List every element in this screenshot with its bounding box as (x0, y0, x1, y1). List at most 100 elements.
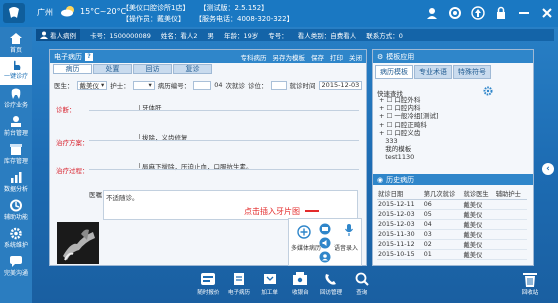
save-button[interactable]: 保存 (311, 52, 324, 62)
sidebar-item-analytics[interactable]: 数据分析 (0, 170, 32, 196)
tree-item[interactable]: + ☐ 口腔正畸科 (379, 121, 438, 129)
visit-time-field[interactable]: 2015-12-03 (318, 80, 363, 90)
tree-item[interactable]: 333 (379, 137, 438, 145)
save-as-template-button[interactable]: 另存为模板 (273, 52, 306, 62)
sidebar-item-treatment[interactable]: 诊疗业务 (0, 86, 32, 112)
dock-item-process[interactable]: 加工单 (256, 270, 283, 303)
divider (139, 134, 140, 139)
process-icon (263, 274, 276, 284)
template-panel: ⚙ 模板应用 病历模板 专业术语 特殊符号 快速查找 + ☐ 口腔外科 + ☐ … (372, 49, 534, 266)
doctor-select[interactable]: 戴美仪 ▾ (76, 80, 108, 90)
sidebar-item-quick-treatment[interactable]: 一键诊疗 (0, 57, 32, 85)
settings-icon[interactable] (483, 86, 493, 96)
patient-contact: 联系方式：0 (366, 32, 403, 40)
tab-terminology[interactable]: 专业术语 (414, 65, 452, 79)
card-number: 卡号：1500000089 (90, 32, 151, 40)
table-row[interactable]: 2015-10-15 01 戴美仪 (377, 249, 527, 260)
top-bar: 广州 15°C~20°C 【美仪口腔诊所1店】 【测试版：2.5.152】 【操作… (0, 0, 558, 27)
tab-record-template[interactable]: 病历模板 (375, 65, 413, 79)
table-row[interactable]: 2015-12-03 05 戴美仪 (377, 209, 527, 220)
video-button[interactable] (319, 251, 331, 263)
tab-special-symbols[interactable]: 特殊符号 (453, 65, 491, 79)
chevron-down-icon: ▾ (101, 81, 105, 89)
operator-label: 【操作员：戴美仪】 (122, 15, 185, 23)
divider (89, 140, 359, 141)
table-row[interactable]: 2015-11-12 02 戴美仪 (377, 239, 527, 250)
sidebar-item-inventory[interactable]: 库存管理 (0, 142, 32, 168)
tree-item[interactable]: test1130 (379, 153, 438, 161)
visit-label: 次就诊 (225, 82, 246, 90)
column-header: 第几次就诊 (422, 188, 463, 200)
sidebar: 首页 一键诊疗 诊疗业务 前台管理 库存管理 数据分析 辅助功能 系统维护 完美… (0, 27, 32, 303)
upload-icon[interactable] (471, 6, 485, 20)
home-icon (10, 33, 22, 44)
version-label: 【测试版：2.5.152】 (199, 4, 269, 12)
temperature-label: 15°C~20°C (80, 7, 127, 16)
column-header: 辅助护士 (494, 188, 527, 200)
window-controls (425, 6, 554, 20)
advice-field[interactable]: 不适随诊。 (103, 190, 358, 220)
position-select[interactable] (270, 80, 287, 90)
patient-tag[interactable]: 看人病例 (36, 29, 80, 41)
dock-item-query[interactable]: 查询 (348, 270, 375, 303)
tab-follow-up[interactable]: 回访 (133, 64, 172, 74)
record-form-row: 医生： 戴美仪 ▾ 护士： ▾ 病历编号： 04 次就诊 诊位： 就诊时间 201… (54, 79, 366, 91)
tree-item[interactable]: + ☐ 一般冷组[测试] (379, 112, 438, 120)
patient-sex: 男 (207, 32, 215, 40)
lock-icon[interactable] (494, 6, 508, 20)
tab-revisit[interactable]: 复诊 (173, 64, 212, 74)
table-row[interactable]: 2015-11-30 03 戴美仪 (377, 229, 527, 240)
sidebar-item-system[interactable]: 系统维护 (0, 226, 32, 252)
sidebar-item-home[interactable]: 首页 (0, 31, 32, 57)
dental-xray-image[interactable] (57, 222, 99, 264)
template-icon: ⚙ (377, 52, 384, 61)
tree-item[interactable]: + ☐ 口腔外科 (379, 96, 438, 104)
person-icon[interactable] (425, 6, 439, 20)
close-button[interactable]: 关闭 (349, 52, 362, 62)
dock-item-record[interactable]: 电子病历 (226, 270, 253, 303)
specialty-record-button[interactable]: 专科病历 (241, 52, 267, 62)
hint-text: 点击插入牙片图 (244, 207, 300, 216)
settings-icon[interactable] (448, 6, 462, 20)
minimize-icon[interactable] (517, 6, 531, 20)
box-icon (10, 144, 22, 155)
tab-record[interactable]: 病历 (53, 64, 92, 74)
dock-item-quote[interactable]: 随时报价 (195, 270, 222, 303)
visit-time-label: 就诊时间 (289, 82, 316, 90)
table-row[interactable]: 2015-12-11 06 戴美仪 (377, 199, 527, 210)
record-number-field[interactable] (193, 80, 212, 90)
template-title: 模板应用 (386, 52, 415, 61)
hint-arrow (305, 210, 319, 212)
history-table: 就诊日期 第几次就诊 就诊医生 辅助护士 2015-12-11 06 戴美仪 201… (377, 188, 527, 260)
query-icon (355, 272, 369, 286)
divider (89, 169, 359, 170)
nurse-select[interactable]: ▾ (132, 80, 155, 90)
tree-item[interactable]: 我的模板 (379, 145, 438, 153)
service-phone: 【服务电话：4008-320-322】 (195, 15, 294, 23)
sidebar-item-auxiliary[interactable]: 辅助功能 (0, 198, 32, 224)
sidebar-item-communication[interactable]: 完美沟通 (0, 254, 32, 280)
help-icon[interactable]: ? (85, 52, 93, 61)
print-button[interactable]: 打印 (330, 52, 343, 62)
dock-item-cashier[interactable]: 收银台 (287, 270, 314, 303)
record-title-bar: 电子病历 ? 专科病历 另存为模板 保存 打印 关闭 (50, 50, 366, 63)
patient-name: 姓名：看人2 (160, 32, 198, 40)
tree-item[interactable]: + ☐ 口腔义齿 (379, 129, 438, 137)
treatment-plan-label: 治疗方案： (56, 139, 89, 147)
table-row[interactable]: 2015-12-03 04 戴美仪 (377, 219, 527, 230)
chevron-left-icon[interactable]: ‹ (542, 163, 554, 175)
sidebar-item-front-desk[interactable]: 前台管理 (0, 114, 32, 140)
people-icon (319, 251, 331, 263)
clinic-name: 【美仪口腔诊所1店】 (122, 4, 190, 12)
voice-input-button[interactable] (344, 223, 354, 237)
recycle-bin[interactable]: 回收站 (515, 270, 545, 296)
close-icon[interactable] (540, 6, 554, 20)
voice-input-label: 语音录入 (334, 245, 359, 252)
trash-icon (523, 273, 537, 287)
visit-count: 04 (214, 81, 223, 89)
tab-disposal[interactable]: 处置 (93, 64, 132, 74)
dock-item-callback[interactable]: 回访管理 (318, 270, 345, 303)
insert-image-button[interactable] (319, 223, 331, 235)
multimedia-record-button[interactable] (297, 225, 311, 239)
divider (89, 110, 359, 111)
